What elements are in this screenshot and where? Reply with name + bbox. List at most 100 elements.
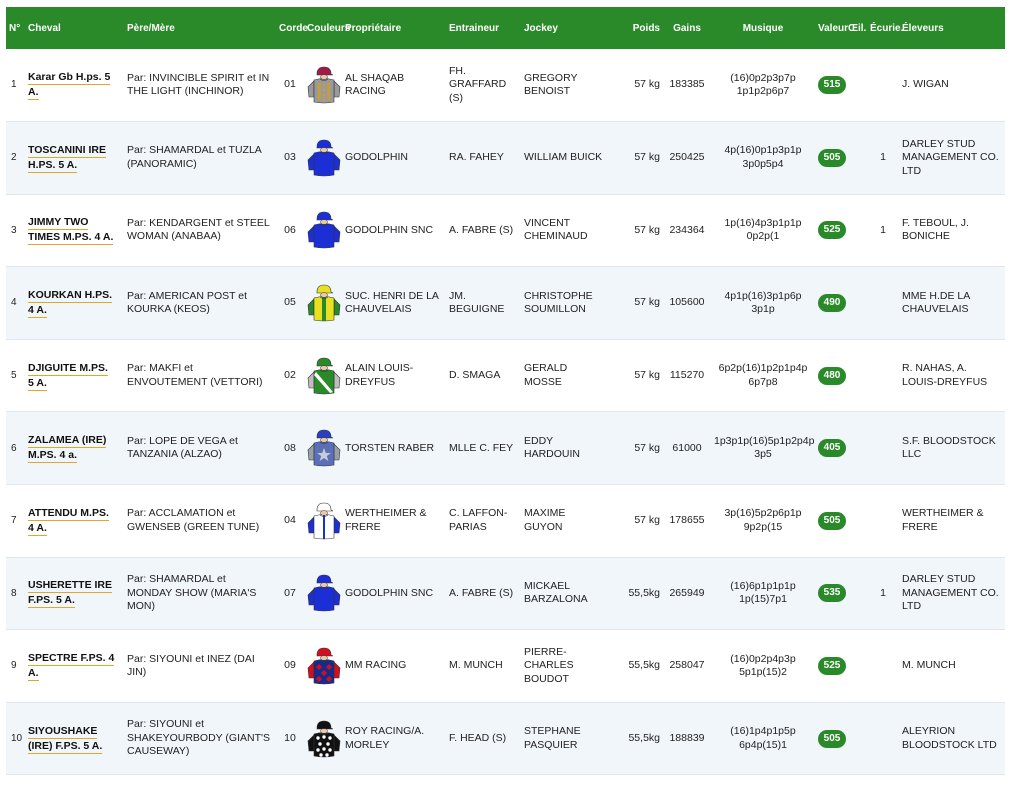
trainer: M. MUNCH xyxy=(449,659,503,672)
breeders: R. NAHAS, A. LOUIS-DREYFUS xyxy=(902,362,988,388)
rating-badge: 535 xyxy=(818,584,846,603)
header-ecurie[interactable]: Écurie. xyxy=(867,7,903,49)
horse-name-link[interactable]: SIYOUSHAKE (IRE) F.PS. 5 A. xyxy=(28,724,103,754)
runner-number: 9 xyxy=(11,660,17,672)
weight: 57 kg xyxy=(634,78,660,91)
horse-name-cell: KOURKAN H.PS. 4 A. xyxy=(25,267,124,340)
table-row[interactable]: 6 ZALAMEA (IRE) M.PS. 4 a. Par: LOPE DE VE… xyxy=(6,411,1005,485)
runner-number: 4 xyxy=(11,297,17,309)
sire-dam: Par: INVINCIBLE SPIRIT et IN THE LIGHT (… xyxy=(127,71,270,98)
horse-name-link[interactable]: JIMMY TWO TIMES M.PS. 4 A. xyxy=(28,216,114,246)
horse-name-link[interactable]: SPECTRE F.PS. 4 A. xyxy=(28,652,115,682)
earnings: 265949 xyxy=(669,586,705,599)
horse-name-cell: ZALAMEA (IRE) M.PS. 4 a. xyxy=(25,412,124,485)
header-entraineur[interactable]: Entraineur xyxy=(446,7,521,49)
owner: AL SHAQAB RACING xyxy=(345,71,405,98)
header-oeil[interactable]: Œil. xyxy=(845,7,867,49)
table-row[interactable]: 10 SIYOUSHAKE (IRE) F.PS. 5 A. Par: SIYOUN… xyxy=(6,702,1005,775)
black-white-spots-jersey-icon xyxy=(307,720,341,757)
rating-cell: 490 xyxy=(815,267,846,340)
header-proprietaire[interactable]: Propriétaire xyxy=(342,7,446,49)
rating-badge: 525 xyxy=(818,657,846,676)
horse-name-link[interactable]: DJIGUITE M.PS. 5 A. xyxy=(28,361,108,391)
horse-name-link[interactable]: ZALAMEA (IRE) M.PS. 4 a. xyxy=(28,434,107,464)
sire-dam: Par: SHAMARDAL et TUZLA (PANORAMIC) xyxy=(127,144,262,170)
owner: MM RACING xyxy=(345,659,407,672)
jockey: MICKAEL BARZALONA xyxy=(524,579,588,606)
breeders: M. MUNCH xyxy=(902,659,956,672)
rating-badge: 525 xyxy=(818,221,846,240)
blue-grey-star-jersey-icon xyxy=(307,429,341,467)
gold-grey-jersey-icon xyxy=(307,66,341,104)
header-valeur[interactable]: Valeur xyxy=(815,7,848,49)
owner: GODOLPHIN xyxy=(345,151,409,164)
trainer: C. LAFFON-PARIAS xyxy=(449,507,508,533)
breeders: WERTHEIMER & FRERE xyxy=(902,507,984,533)
rating-cell: 535 xyxy=(815,557,846,630)
trainer: MLLE C. FEY xyxy=(449,441,514,454)
header-cheval[interactable]: Cheval xyxy=(25,7,124,49)
table-row[interactable]: 9 SPECTRE F.PS. 4 A. Par: SIYOUNI et INEZ … xyxy=(6,630,1005,703)
owner: GODOLPHIN SNC xyxy=(345,586,434,599)
stable: 1 xyxy=(880,586,886,599)
jersey-cell xyxy=(304,339,342,412)
weight: 55,5kg xyxy=(628,586,660,599)
earnings: 61000 xyxy=(672,441,702,454)
royal-blue-jersey-icon xyxy=(307,139,341,177)
weight: 57 kg xyxy=(634,296,660,309)
trainer: FH. GRAFFARD (S) xyxy=(449,64,507,104)
jockey: STEPHANE PASQUIER xyxy=(524,725,581,751)
draw-number: 02 xyxy=(284,368,296,381)
rating-cell: 480 xyxy=(815,339,846,412)
stable xyxy=(867,630,899,703)
header-num[interactable]: N° xyxy=(6,7,25,49)
sire-dam: Par: SHAMARDAL et MONDAY SHOW (MARIA'S M… xyxy=(127,573,257,613)
table-row[interactable]: 5 DJIGUITE M.PS. 5 A. Par: MAKFI et ENVOUT… xyxy=(6,339,1005,412)
trainer: A. FABRE (S) xyxy=(449,223,514,236)
horse-name-link[interactable]: KOURKAN H.PS. 4 A. xyxy=(28,289,113,319)
jersey-cell xyxy=(304,630,342,703)
runner-number: 5 xyxy=(11,369,17,381)
header-corde[interactable]: Corde xyxy=(276,7,308,49)
jersey-cell xyxy=(304,49,342,122)
sire-dam: Par: LOPE DE VEGA et TANZANIA (ALZAO) xyxy=(127,434,238,461)
horse-name-link[interactable]: USHERETTE IRE F.PS. 5 A. xyxy=(28,579,113,609)
header-eleveurs[interactable]: Éleveurs xyxy=(899,7,1005,49)
runner-number: 8 xyxy=(11,587,17,599)
table-row[interactable]: 8 USHERETTE IRE F.PS. 5 A. Par: SHAMARDAL … xyxy=(6,557,1005,630)
yellow-green-jersey-icon xyxy=(307,284,341,322)
table-row[interactable]: 3 JIMMY TWO TIMES M.PS. 4 A. Par: KENDARGE… xyxy=(6,194,1005,267)
table-row[interactable]: 4 KOURKAN H.PS. 4 A. Par: AMERICAN POST et… xyxy=(6,266,1005,340)
form-music: 4p(16)0p1p3p1p 3p0p5p4 xyxy=(724,144,802,170)
sire-dam: Par: KENDARGENT et STEEL WOMAN (ANABAA) xyxy=(127,216,270,243)
header-musique[interactable]: Musique xyxy=(711,7,815,49)
owner: WERTHEIMER & FRERE xyxy=(345,507,427,533)
table-row[interactable]: 1 Karar Gb H.ps. 5 A. Par: INVINCIBLE SPIR… xyxy=(6,49,1005,122)
horse-name-link[interactable]: Karar Gb H.ps. 5 A. xyxy=(28,71,111,101)
rating-cell: 525 xyxy=(815,194,846,267)
royal-blue-jersey-icon xyxy=(307,212,341,249)
royal-blue-jersey-icon xyxy=(307,575,341,612)
form-music: 1p(16)4p3p1p1p 0p2p(1 xyxy=(724,216,802,243)
header-couleurs[interactable]: Couleurs xyxy=(304,7,350,49)
breeders: DARLEY STUD MANAGEMENT CO. LTD xyxy=(902,137,999,177)
weight: 57 kg xyxy=(634,223,660,236)
horse-name-cell: ATTENDU M.PS. 4 A. xyxy=(25,485,124,558)
jockey: GERALD MOSSE xyxy=(524,362,568,388)
navy-red-jersey-icon xyxy=(307,647,341,685)
horse-name-link[interactable]: TOSCANINI IRE H.PS. 5 A. xyxy=(28,143,106,173)
table-row[interactable]: 2 TOSCANINI IRE H.PS. 5 A. Par: SHAMARDAL … xyxy=(6,121,1005,195)
jockey: EDDY HARDOUIN xyxy=(524,434,581,461)
form-music: 4p1p(16)3p1p6p 3p1p xyxy=(724,289,802,316)
table-row[interactable]: 7 ATTENDU M.PS. 4 A. Par: ACCLAMATION et G… xyxy=(6,485,1005,558)
header-pere-mere[interactable]: Père/Mère xyxy=(124,7,276,49)
header-gains[interactable]: Gains xyxy=(663,7,711,49)
header-jockey[interactable]: Jockey xyxy=(521,7,609,49)
horse-name-cell: Karar Gb H.ps. 5 A. xyxy=(25,49,124,122)
horse-name-link[interactable]: ATTENDU M.PS. 4 A. xyxy=(28,506,109,536)
weight: 55,5kg xyxy=(628,659,660,672)
header-poids[interactable]: Poids xyxy=(609,7,663,49)
rating-badge: 505 xyxy=(818,729,846,748)
blinkers xyxy=(845,702,867,775)
earnings: 188839 xyxy=(669,731,705,744)
